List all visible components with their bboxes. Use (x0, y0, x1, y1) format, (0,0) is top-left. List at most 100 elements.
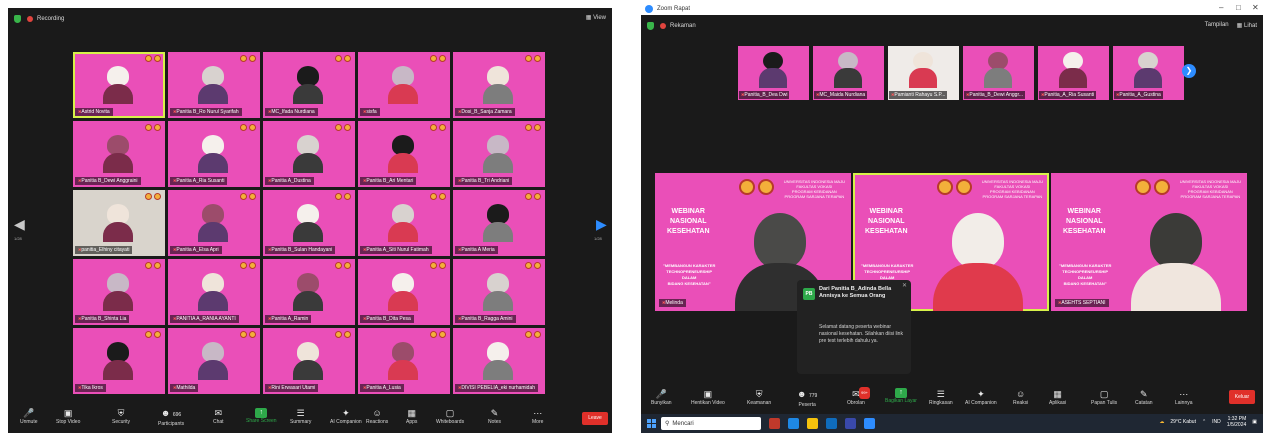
strip-tile[interactable]: Panitia_A_Gustina (1113, 46, 1184, 100)
speaker-tile[interactable]: UNIVERSITAS INDONESIA MAJU FAKULTAS VOKA… (1051, 173, 1247, 311)
reactions-button[interactable]: ☺ Reaksi (1013, 388, 1028, 406)
reactions-button[interactable]: ☺ Reactions (366, 408, 388, 425)
file-explorer-icon[interactable] (807, 418, 818, 429)
chat-button[interactable]: ✉ Chat (213, 408, 224, 425)
word-icon[interactable] (845, 418, 856, 429)
chat-notification[interactable]: ✕ PB Dari Panitia B_Adinda Bella Annisya… (797, 280, 911, 374)
edge-icon[interactable] (788, 418, 799, 429)
windows-start-icon[interactable] (647, 419, 656, 428)
mic-button[interactable]: 🎤 Unmute (20, 408, 38, 425)
participant-tile[interactable]: MC_Ifada Nurdiana (263, 52, 355, 118)
participant-tile[interactable]: Panitia A_Ria Susanti (168, 121, 260, 187)
more-button[interactable]: ⋯ Lainnya (1175, 388, 1193, 406)
participant-tile[interactable]: DIVISI PEBELIA_eki nurhamidah (453, 328, 545, 394)
share-button[interactable]: ↑ Share Screen (246, 408, 277, 424)
participant-tile[interactable]: Panitia B_Dewi Anggraini (73, 121, 165, 187)
participant-tile[interactable]: Rini Erwasari Utami (263, 328, 355, 394)
strip-tile[interactable]: Pamianti Rahayu S.P... (888, 46, 959, 100)
video-button[interactable]: ▣ Stop Video (56, 408, 80, 425)
share-button[interactable]: ↑ Bagikan Layar (885, 388, 917, 404)
shield-icon[interactable] (647, 22, 654, 30)
participants-button[interactable]: ☻ 779 Peserta (797, 388, 817, 408)
participant-video (483, 135, 513, 175)
participant-tile[interactable]: Panitia B_Dita Pesa (358, 259, 450, 325)
ai-button[interactable]: ✦ AI Companion (330, 408, 362, 425)
participant-video (388, 204, 418, 244)
taskbar-app-icon[interactable] (769, 418, 780, 429)
summary-button[interactable]: ☰ Summary (290, 408, 311, 425)
whiteboard-button[interactable]: ▢ Whiteboards (436, 408, 464, 425)
page-indicator-right: 1/28 (594, 236, 602, 241)
taskbar-search[interactable]: ⚲ Mencari (661, 417, 761, 430)
strip-tile[interactable]: Panitia_B_Dea Dwi (738, 46, 809, 100)
view-button[interactable]: Tampilan (1205, 22, 1229, 29)
store-icon[interactable] (826, 418, 837, 429)
logo-icon (430, 124, 446, 131)
participant-tile[interactable]: Dosi_B_Sanja Zamara (453, 52, 545, 118)
leave-button[interactable]: Leave (582, 412, 608, 425)
strip-tile[interactable]: Panitia_B_Dewi Anggr... (963, 46, 1034, 100)
participant-tile[interactable]: Panitia B_Tri Andriani (453, 121, 545, 187)
strip-tile[interactable]: Panitia_A_Ria Susanti (1038, 46, 1109, 100)
participant-tile[interactable]: Panitia B_Sulan Handayani (263, 190, 355, 256)
view-button[interactable]: ▦ View (586, 14, 606, 21)
ai-button[interactable]: ✦ AI Companion (965, 388, 997, 406)
notes-button[interactable]: ✎ Notes (488, 408, 501, 425)
participant-tile[interactable]: Panitia B_Shinta Lia (73, 259, 165, 325)
participants-button[interactable]: ☻ 696 Participants (158, 408, 184, 427)
security-button[interactable]: ⛨ Security (112, 408, 130, 425)
participant-tile[interactable]: Mathilda (168, 328, 260, 394)
clock[interactable]: 1:32 PM 1/5/2024 (1227, 416, 1246, 428)
video-button[interactable]: ▣ Hentikan Video (691, 388, 725, 406)
chat-icon: ✉ 99+ (852, 387, 870, 399)
layout-button[interactable]: ▦ Lihat (1237, 22, 1257, 29)
participant-tile[interactable]: Panitia A_Siti Nurul Fatimah (358, 190, 450, 256)
toolbar-label: Chat (213, 419, 224, 425)
leave-button[interactable]: Keluar (1229, 390, 1255, 404)
participant-tile[interactable]: Panitia A_Ramin (263, 259, 355, 325)
participant-tile[interactable]: Astrid Novita (73, 52, 165, 118)
participant-tile[interactable]: Panitia B_Ro Nurul Syarifah (168, 52, 260, 118)
notes-icon: ✎ (1139, 389, 1148, 399)
participant-tile[interactable]: panitia_Elhiny citayati (73, 190, 165, 256)
participant-tile[interactable]: sisfa (358, 52, 450, 118)
participant-tile[interactable]: Panitia A_Dustina (263, 121, 355, 187)
participant-video (293, 204, 323, 244)
security-button[interactable]: ⛨ Keamanan (747, 388, 771, 406)
close-icon[interactable]: ✕ (1252, 3, 1259, 12)
next-page-arrow-icon[interactable]: ▶ (596, 216, 607, 233)
apps-button[interactable]: ▦ Apps (406, 408, 417, 425)
prev-page-arrow-icon[interactable]: ◀ (14, 216, 25, 233)
lang-indicator[interactable]: IND (1212, 419, 1221, 425)
logo-icon (145, 331, 161, 338)
participant-video (483, 273, 513, 313)
apps-button[interactable]: ▦ Aplikasi (1049, 388, 1066, 406)
minimize-icon[interactable]: – (1219, 3, 1223, 12)
participant-tile[interactable]: Panitia A_Lusia (358, 328, 450, 394)
maximize-icon[interactable]: □ (1236, 3, 1241, 12)
more-button[interactable]: ⋯ More (532, 408, 543, 425)
next-strip-arrow-icon[interactable]: ❯ (1182, 64, 1196, 78)
participant-tile[interactable]: Panitia A_Elsa Apri (168, 190, 260, 256)
participant-tile[interactable]: Tika Ikros (73, 328, 165, 394)
reactions-icon: ☺ (1016, 389, 1026, 399)
whiteboard-button[interactable]: ▢ Papan Tulis (1091, 388, 1117, 406)
chat-button[interactable]: ✉ 99+ Obrolan (847, 387, 870, 406)
summary-button[interactable]: ☰ Ringkasan (929, 388, 953, 406)
mic-button[interactable]: 🎤 Bunyikan (651, 388, 672, 406)
participant-tile[interactable]: Panitia A Meria (453, 190, 545, 256)
participant-tile[interactable]: PANITIA A_RANIA AYANTI (168, 259, 260, 325)
participant-tile[interactable]: Panitia B_Ragga Amini (453, 259, 545, 325)
toolbar-label: Stop Video (56, 419, 81, 425)
chevron-up-icon[interactable]: ⌃ (1202, 419, 1206, 425)
participant-video (908, 52, 938, 92)
notes-button[interactable]: ✎ Catatan (1135, 388, 1153, 406)
chat-icon: ✉ (214, 408, 223, 418)
search-icon: ⚲ (665, 421, 670, 427)
shield-icon[interactable] (14, 15, 21, 23)
zoom-taskbar-icon[interactable] (864, 418, 875, 429)
participant-tile[interactable]: Panitia B_Ari Mentari (358, 121, 450, 187)
strip-tile[interactable]: MC_Maida Nurdiana (813, 46, 884, 100)
toolbar-label: Lainnya (1175, 400, 1193, 406)
notifications-icon[interactable]: ▣ (1252, 419, 1257, 425)
